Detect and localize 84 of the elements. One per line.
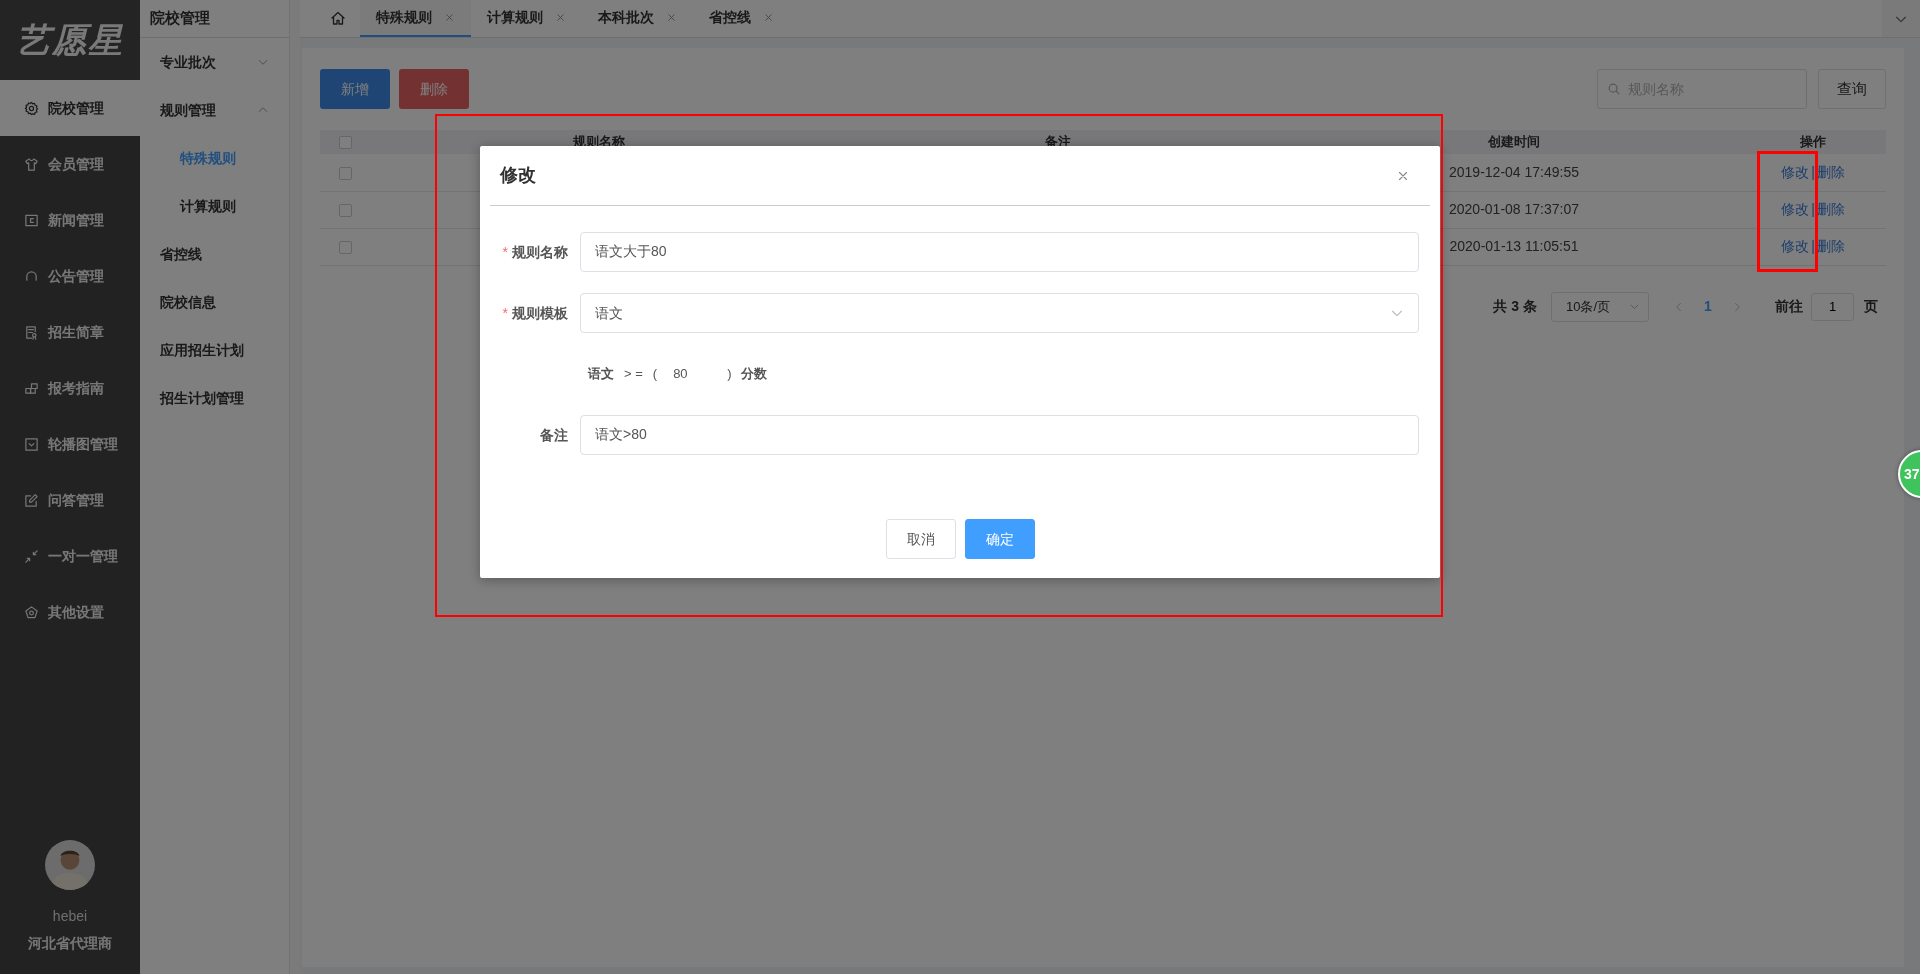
submenu-item[interactable]: 计算规则 — [140, 182, 289, 230]
separator: | — [1811, 163, 1815, 180]
input-field[interactable]: 语文大于80 — [580, 232, 1419, 272]
formula-subject: 语文 — [588, 365, 614, 384]
add-button[interactable]: 新增 — [320, 69, 390, 109]
page-input[interactable]: 1 — [1811, 292, 1854, 321]
delete-button[interactable]: 删除 — [399, 69, 469, 109]
submenu-item[interactable]: 特殊规则 — [140, 134, 289, 182]
tab[interactable]: 计算规则 — [471, 0, 582, 37]
nav-item[interactable]: 院校管理 — [0, 80, 140, 136]
close-icon[interactable] — [666, 12, 677, 23]
table-cell: 2019-12-04 17:49:55 — [1449, 163, 1579, 180]
submenu-item[interactable]: 专业批次 — [140, 38, 289, 86]
home-icon[interactable] — [330, 9, 346, 26]
tab[interactable]: 特殊规则 — [360, 0, 471, 37]
table-cell: 2020-01-08 17:37:07 — [1449, 201, 1579, 217]
nav-item[interactable]: 报考指南 — [0, 360, 140, 416]
bracket: ) — [727, 365, 732, 384]
edit-link[interactable]: 修改 — [1781, 238, 1810, 254]
tab[interactable]: 省控线 — [693, 0, 790, 37]
close-icon[interactable] — [555, 12, 566, 23]
column-header: 创建时间 — [1488, 134, 1540, 150]
total-count: 共 3 条 — [1493, 297, 1537, 316]
submenu-item[interactable]: 省控线 — [140, 230, 289, 278]
required-mark: * — [502, 242, 508, 262]
arrows-icon — [24, 548, 39, 564]
checkbox[interactable] — [338, 203, 352, 217]
gear-icon — [24, 100, 39, 116]
nav-item[interactable]: 会员管理 — [0, 136, 140, 192]
nav-item[interactable]: 其他设置 — [0, 584, 140, 640]
edit-link[interactable]: 修改 — [1781, 201, 1810, 217]
nav-item[interactable]: 新闻管理 — [0, 192, 140, 248]
column-header: 操作 — [1800, 134, 1826, 150]
separator: | — [1811, 238, 1815, 254]
delete-link[interactable]: 删除 — [1816, 201, 1845, 217]
user-name: hebei — [52, 907, 88, 926]
field-label: 备注 — [540, 425, 568, 445]
delete-link[interactable]: 删除 — [1816, 163, 1845, 180]
submenu-item[interactable]: 招生计划管理 — [140, 374, 289, 422]
pentagon-icon — [24, 604, 39, 620]
logo-text: 艺愿星 — [16, 18, 124, 62]
edit-icon — [24, 492, 39, 508]
checkbox[interactable] — [338, 136, 352, 150]
cancel-button[interactable]: 取消 — [885, 519, 956, 559]
page-number[interactable]: 1 — [1699, 296, 1717, 317]
field-label: 规则模板 — [512, 303, 568, 323]
unit-label: 分数 — [741, 365, 768, 384]
submenu-item[interactable]: 院校信息 — [140, 278, 289, 326]
submenu-item[interactable]: 应用招生计划 — [140, 326, 289, 374]
frame-icon — [24, 436, 39, 452]
required-mark: * — [502, 303, 508, 323]
goto-label: 前往 — [1775, 297, 1803, 316]
field-label: 规则名称 — [512, 242, 568, 262]
dialog-title: 修改 — [500, 164, 536, 187]
operator: > = — [624, 365, 643, 384]
nav-item[interactable]: 问答管理 — [0, 472, 140, 528]
select-field[interactable]: 语文 — [580, 293, 1419, 333]
checkbox[interactable] — [338, 166, 352, 180]
shirt-icon — [24, 156, 39, 172]
checkbox[interactable] — [338, 240, 352, 254]
edit-link[interactable]: 修改 — [1781, 163, 1810, 180]
blocks-icon — [24, 380, 39, 396]
close-icon[interactable] — [444, 12, 455, 23]
input-field[interactable]: 语文>80 — [580, 415, 1419, 455]
nav-item[interactable]: 一对一管理 — [0, 528, 140, 584]
tab[interactable]: 本科批次 — [582, 0, 693, 37]
submenu-title: 院校管理 — [140, 0, 289, 38]
page-size-select[interactable]: 10条/页 — [1551, 291, 1649, 322]
document-icon — [24, 324, 39, 340]
submenu-item[interactable]: 规则管理 — [140, 86, 289, 134]
headset-icon — [24, 268, 39, 284]
delete-link[interactable]: 删除 — [1816, 238, 1845, 254]
confirm-button[interactable]: 确定 — [964, 519, 1035, 559]
newspaper-icon — [24, 212, 39, 228]
table-cell: 2020-01-13 11:05:51 — [1449, 238, 1579, 254]
close-icon[interactable] — [763, 12, 774, 23]
user-role: 河北省代理商 — [28, 934, 112, 953]
separator: | — [1811, 201, 1815, 217]
nav-item[interactable]: 招生简章 — [0, 304, 140, 360]
nav-item[interactable]: 公告管理 — [0, 248, 140, 304]
search-button[interactable]: 查询 — [1818, 69, 1886, 109]
nav-item[interactable]: 轮播图管理 — [0, 416, 140, 472]
page-suffix: 页 — [1864, 297, 1878, 316]
bracket: ( — [652, 365, 658, 384]
